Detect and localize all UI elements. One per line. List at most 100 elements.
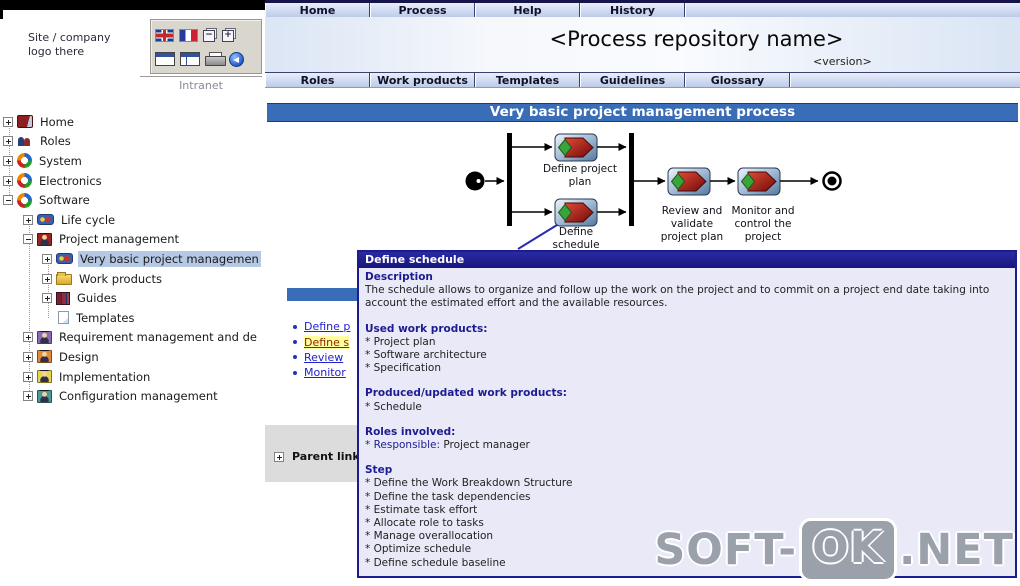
tree-guide bbox=[29, 220, 30, 397]
layout-with-menu-icon[interactable] bbox=[180, 52, 200, 66]
produced-work-products-heading: Produced/updated work products: bbox=[365, 387, 568, 400]
screen: Site / company logo there Intranet bbox=[0, 0, 1020, 586]
tree-item-life-cycle[interactable]: Life cycle bbox=[0, 210, 265, 230]
tree-item-configuration-management[interactable]: Configuration management bbox=[0, 386, 265, 406]
folder-icon bbox=[56, 272, 72, 286]
print-icon[interactable] bbox=[205, 52, 226, 66]
back-icon[interactable] bbox=[229, 51, 244, 67]
link-define-project-plan[interactable]: Define p bbox=[304, 320, 350, 333]
process-banner-title: Very basic project management process bbox=[267, 103, 1018, 122]
link-review-validate[interactable]: Review bbox=[304, 351, 343, 364]
task-review-validate[interactable] bbox=[667, 167, 711, 196]
tree-item-label[interactable]: Requirement management and de bbox=[57, 329, 259, 345]
step-item: * Define the Work Breakdown Structure bbox=[365, 477, 573, 490]
expand-icon[interactable] bbox=[3, 136, 13, 147]
process-diagram bbox=[465, 133, 842, 250]
expand-icon[interactable] bbox=[23, 391, 33, 402]
start-event-highlight bbox=[476, 179, 481, 183]
tree-item-very-basic-project-management[interactable]: Very basic project managemen bbox=[0, 249, 265, 269]
process-cycle-icon bbox=[17, 153, 32, 169]
tree-item-label[interactable]: Roles bbox=[38, 133, 73, 149]
tab-guidelines[interactable]: Guidelines bbox=[580, 73, 685, 87]
tree-item-label[interactable]: Templates bbox=[74, 310, 136, 326]
tree-item-label[interactable]: System bbox=[37, 153, 84, 169]
toolbar-row-2 bbox=[155, 47, 257, 71]
toolbar-row-1 bbox=[155, 23, 257, 47]
task-label-define-schedule: Define schedule bbox=[552, 226, 600, 251]
tree-item-work-products[interactable]: Work products bbox=[0, 269, 265, 289]
collapse-icon[interactable] bbox=[3, 195, 13, 206]
tree-item-guides[interactable]: Guides bbox=[0, 288, 265, 308]
tree-item-label[interactable]: Guides bbox=[75, 290, 119, 306]
tab-process[interactable]: Process bbox=[370, 3, 475, 17]
top-nav-bar: Home Process Help History bbox=[265, 0, 1020, 17]
expand-icon[interactable] bbox=[23, 371, 33, 382]
expand-icon[interactable] bbox=[42, 293, 52, 304]
tree-item-label[interactable]: Design bbox=[57, 349, 101, 365]
process-cycle-icon bbox=[17, 173, 32, 189]
tree-item-requirement-management[interactable]: Requirement management and de bbox=[0, 328, 265, 348]
collapse-icon[interactable] bbox=[23, 234, 33, 245]
tab-roles[interactable]: Roles bbox=[265, 73, 370, 87]
expand-icon[interactable] bbox=[23, 332, 33, 343]
expand-icon[interactable] bbox=[42, 273, 52, 284]
tree-item-label[interactable]: Life cycle bbox=[59, 212, 117, 228]
tab-templates[interactable]: Templates bbox=[475, 73, 580, 87]
bullet-icon bbox=[293, 340, 297, 345]
tab-home[interactable]: Home bbox=[265, 3, 370, 17]
tree-item-label[interactable]: Software bbox=[37, 192, 92, 208]
french-language-flag-icon[interactable] bbox=[179, 28, 198, 42]
tree-item-label[interactable]: Work products bbox=[77, 271, 164, 287]
parent-links-expand-icon[interactable] bbox=[274, 452, 284, 462]
task-monitor-control[interactable] bbox=[737, 167, 781, 196]
top-black-bar bbox=[0, 0, 265, 10]
design-icon bbox=[37, 350, 52, 364]
tree-item-label[interactable]: Electronics bbox=[37, 173, 104, 189]
expand-all-icon[interactable] bbox=[222, 28, 236, 42]
tree-item-home[interactable]: Home bbox=[0, 112, 265, 132]
expand-icon[interactable] bbox=[42, 253, 52, 264]
tree-item-label[interactable]: Home bbox=[38, 114, 76, 130]
tree-item-label[interactable]: Very basic project managemen bbox=[78, 250, 261, 267]
tab-work-products[interactable]: Work products bbox=[370, 73, 475, 87]
process-cycle-icon bbox=[17, 192, 32, 208]
roles-people-icon bbox=[17, 135, 33, 148]
start-event[interactable] bbox=[465, 171, 485, 191]
tree-item-implementation[interactable]: Implementation bbox=[0, 367, 265, 387]
tree-item-system[interactable]: System bbox=[0, 151, 265, 171]
tree-item-project-management[interactable]: Project management bbox=[0, 230, 265, 250]
tree-item-label[interactable]: Configuration management bbox=[57, 388, 220, 404]
parent-links-label: Parent links bbox=[292, 450, 367, 463]
join-bar bbox=[629, 133, 634, 226]
used-item: * Software architecture bbox=[365, 349, 487, 362]
project-management-icon bbox=[37, 232, 52, 246]
task-define-schedule[interactable] bbox=[554, 198, 598, 227]
title-band: <Process repository name> <version> bbox=[265, 17, 1020, 72]
tree-item-label[interactable]: Implementation bbox=[57, 369, 152, 385]
link-monitor-control[interactable]: Monitor bbox=[304, 366, 346, 379]
english-language-flag-icon[interactable] bbox=[155, 28, 174, 42]
expand-icon[interactable] bbox=[3, 155, 13, 166]
tree-item-design[interactable]: Design bbox=[0, 347, 265, 367]
expand-icon[interactable] bbox=[23, 214, 33, 225]
expand-icon[interactable] bbox=[3, 116, 13, 127]
end-event-center bbox=[827, 176, 837, 186]
tree-item-roles[interactable]: Roles bbox=[0, 132, 265, 152]
navigation-tree: Home Roles System Electronics Software L… bbox=[0, 112, 265, 406]
tree-item-label[interactable]: Project management bbox=[57, 231, 181, 247]
link-define-schedule[interactable]: Define s bbox=[304, 335, 350, 349]
collapse-all-icon[interactable] bbox=[203, 28, 217, 42]
tree-item-software[interactable]: Software bbox=[0, 190, 265, 210]
description-text: The schedule allows to organize and foll… bbox=[365, 284, 990, 310]
tab-glossary[interactable]: Glossary bbox=[685, 73, 790, 87]
expand-icon[interactable] bbox=[23, 351, 33, 362]
tab-help[interactable]: Help bbox=[475, 3, 580, 17]
document-icon bbox=[58, 311, 69, 325]
tree-item-electronics[interactable]: Electronics bbox=[0, 171, 265, 191]
used-work-products-heading: Used work products: bbox=[365, 322, 488, 335]
layout-no-menu-icon[interactable] bbox=[155, 52, 175, 66]
tree-item-templates[interactable]: Templates bbox=[0, 308, 265, 328]
task-define-project-plan[interactable] bbox=[554, 133, 598, 162]
tab-history[interactable]: History bbox=[580, 3, 685, 17]
expand-icon[interactable] bbox=[3, 175, 13, 186]
